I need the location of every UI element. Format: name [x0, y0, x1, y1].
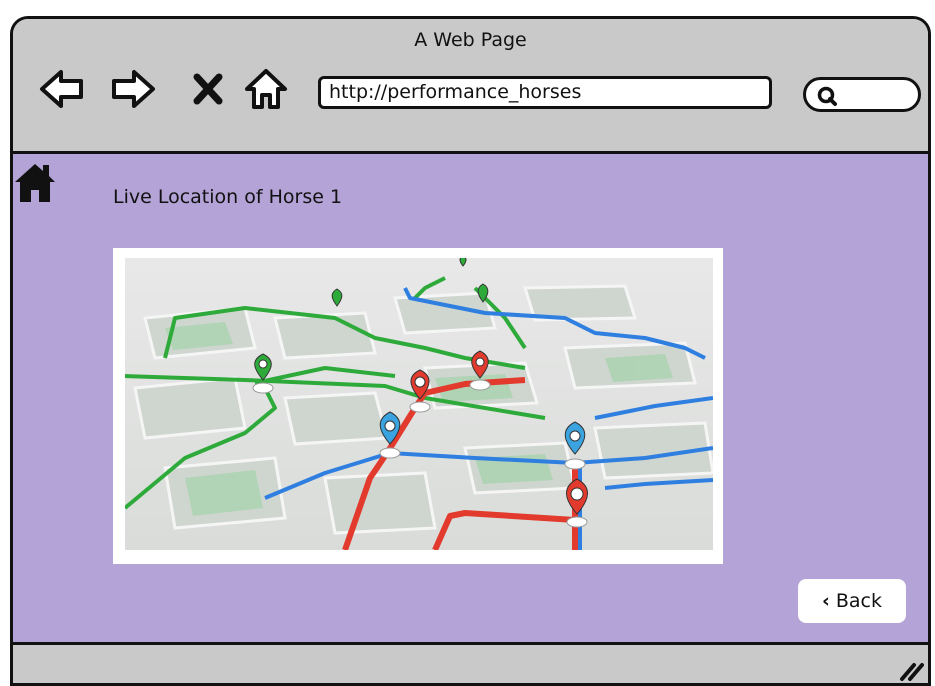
page-content: Live Location of Horse 1 ‹ Back: [13, 154, 928, 642]
map-illustration: [125, 258, 713, 550]
resize-grip-icon[interactable]: [898, 659, 924, 683]
close-icon[interactable]: [191, 67, 225, 111]
status-bar: [13, 645, 928, 683]
back-arrow-icon[interactable]: [39, 67, 85, 111]
address-bar[interactable]: http://performance_horses: [318, 76, 772, 109]
search-icon: [816, 85, 838, 111]
page-heading: Live Location of Horse 1: [113, 186, 343, 208]
window-title: A Web Page: [414, 29, 527, 51]
browser-toolbar: A Web Page http://performance_horses: [13, 19, 928, 154]
map-image: [113, 248, 723, 564]
search-box[interactable]: [803, 77, 921, 112]
home-icon[interactable]: [243, 67, 289, 111]
back-button[interactable]: ‹ Back: [798, 579, 906, 623]
chevron-left-icon: ‹: [821, 590, 830, 612]
home-icon[interactable]: [13, 160, 57, 208]
back-button-label: Back: [835, 590, 883, 612]
browser-window: A Web Page http://performance_horses Liv…: [10, 16, 931, 686]
forward-arrow-icon[interactable]: [110, 67, 156, 111]
